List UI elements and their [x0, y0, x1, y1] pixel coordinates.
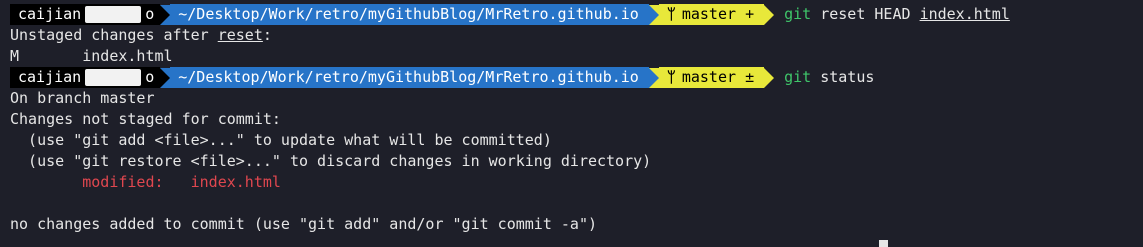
command-name: git	[784, 5, 812, 23]
prompt-user: caijian	[18, 5, 82, 23]
output-text: Unstaged changes after	[10, 26, 218, 44]
prompt-path: ~/Desktop/Work/retro/myGithubBlog/MrRetr…	[170, 4, 649, 25]
prompt-branch-segment: ᛘ master +	[658, 4, 765, 25]
redaction-mask	[85, 69, 142, 86]
branch-status: ±	[745, 68, 755, 86]
branch-status: +	[745, 5, 755, 23]
command-file-arg: index.html	[919, 5, 1010, 23]
powerline-separator-icon	[160, 67, 171, 88]
prompt-user: caijian	[18, 68, 82, 86]
prompt-path: ~/Desktop/Work/retro/myGithubBlog/MrRetr…	[170, 67, 649, 88]
command-args: status	[820, 68, 875, 86]
powerline-separator-icon	[648, 4, 659, 25]
output-line: no changes added to commit (use "git add…	[10, 215, 597, 233]
output-line: Unstaged changes after reset:	[10, 25, 1143, 46]
powerline-separator-icon	[648, 67, 659, 88]
output-line: (use "git add <file>..." to update what …	[10, 131, 552, 149]
prompt-line-2: caijian o ~/Desktop/Work/retro/myGithubB…	[10, 67, 1143, 88]
powerline-separator-icon	[160, 4, 171, 25]
redaction-mask	[85, 6, 142, 23]
git-branch-icon: ᛘ	[666, 5, 676, 23]
branch-name: master	[681, 68, 737, 86]
prompt-branch-segment: ᛘ master ±	[658, 67, 765, 88]
prompt-user-suffix: o	[145, 68, 155, 86]
powerline-separator-icon	[764, 4, 775, 25]
prompt: caijian o ~/Desktop/Work/retro/myGithubB…	[10, 4, 775, 25]
prompt-user-segment: caijian o	[10, 4, 161, 25]
output-text: :	[262, 26, 272, 44]
modified-label: modified:	[10, 173, 191, 191]
text-cursor	[879, 240, 888, 247]
prompt-user-suffix: o	[145, 5, 155, 23]
prompt-line-1: caijian o ~/Desktop/Work/retro/myGithubB…	[10, 4, 1143, 25]
command-name: git	[784, 68, 812, 86]
output-line: On branch master	[10, 89, 155, 107]
output-line: Changes not staged for commit:	[10, 110, 281, 128]
prompt-user-segment: caijian o	[10, 67, 161, 88]
output-line: (use "git restore <file>..." to discard …	[10, 152, 652, 170]
terminal-window[interactable]: caijian o ~/Desktop/Work/retro/myGithubB…	[0, 0, 1143, 247]
output-line-modified: modified: index.html	[10, 172, 1143, 193]
output-text: reset	[217, 26, 263, 44]
branch-name: master	[681, 5, 737, 23]
output-line: M index.html	[10, 47, 173, 65]
modified-file: index.html	[190, 173, 281, 191]
prompt: caijian o ~/Desktop/Work/retro/myGithubB…	[10, 67, 775, 88]
powerline-separator-icon	[764, 67, 775, 88]
command-args: reset HEAD	[820, 5, 920, 23]
git-branch-icon: ᛘ	[666, 68, 676, 86]
